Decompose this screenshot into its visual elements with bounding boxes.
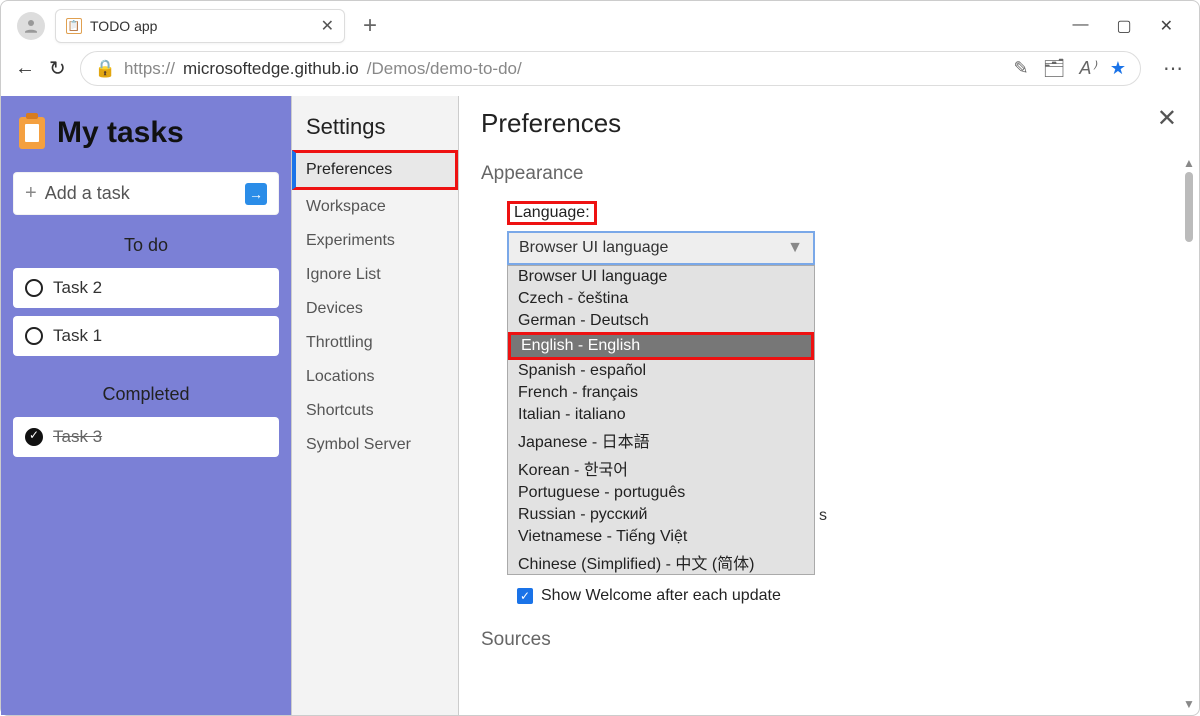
close-icon[interactable]: ✕ [1149, 100, 1185, 137]
language-option[interactable]: Spanish - español [508, 360, 814, 382]
window-controls: — ▢ ✕ [1072, 16, 1189, 36]
language-option[interactable]: Korean - 한국어 [508, 454, 814, 482]
chevron-down-icon: ▼ [787, 239, 803, 257]
address-bar-row: ← ↻ 🔒 https:// microsoftedge.github.io/De… [1, 47, 1199, 96]
tasks-title-text: My tasks [57, 116, 184, 150]
language-option[interactable]: German - Deutsch [508, 310, 814, 332]
language-option[interactable]: Italian - italiano [508, 404, 814, 426]
sources-heading: Sources [481, 629, 1185, 651]
browser-tab[interactable]: 📋 TODO app ✕ [55, 9, 345, 43]
tab-title: TODO app [90, 18, 313, 34]
overflow-menu-button[interactable]: ⋯ [1163, 56, 1185, 81]
vertical-scrollbar[interactable]: ▲ ▼ [1181, 156, 1197, 711]
clipboard-icon: 📋 [66, 18, 82, 34]
settings-nav-item[interactable]: Experiments [292, 224, 458, 258]
scroll-down-arrow-icon[interactable]: ▼ [1183, 697, 1195, 711]
scroll-up-arrow-icon[interactable]: ▲ [1183, 156, 1195, 170]
edit-page-icon[interactable]: ✎ [1013, 58, 1028, 79]
language-option[interactable]: English - English [508, 332, 814, 360]
profile-avatar[interactable] [17, 12, 45, 40]
collections-icon[interactable]: 🗂 [1043, 58, 1066, 79]
task-checkbox[interactable] [25, 279, 43, 297]
settings-nav-item[interactable]: Devices [292, 292, 458, 326]
language-option[interactable]: Portuguese - português [508, 482, 814, 504]
tasks-title: My tasks [13, 112, 279, 160]
minimize-button[interactable]: — [1072, 16, 1088, 36]
browser-tab-strip: 📋 TODO app ✕ + — ▢ ✕ [1, 1, 1199, 47]
settings-nav-item[interactable]: Throttling [292, 326, 458, 360]
refresh-button[interactable]: ↻ [49, 56, 66, 81]
close-icon[interactable]: ✕ [321, 16, 334, 36]
maximize-button[interactable]: ▢ [1116, 16, 1131, 36]
close-window-button[interactable]: ✕ [1160, 16, 1173, 36]
tasks-panel: My tasks + Add a task → To do Task 2 Task… [1, 96, 291, 715]
language-selected-value: Browser UI language [519, 239, 668, 257]
language-option[interactable]: French - français [508, 382, 814, 404]
lock-icon: 🔒 [95, 59, 116, 79]
url-scheme: https:// [124, 59, 175, 79]
language-option[interactable]: Chinese (Simplified) - 中文 (简体) [508, 548, 814, 575]
page-body: My tasks + Add a task → To do Task 2 Task… [1, 96, 1199, 715]
task-item[interactable]: Task 1 [13, 316, 279, 356]
welcome-checkbox-row[interactable]: ✓ Show Welcome after each update [513, 587, 1185, 605]
task-item-done[interactable]: Task 3 [13, 417, 279, 457]
address-bar[interactable]: 🔒 https:// microsoftedge.github.io/Demos/… [80, 51, 1141, 86]
settings-nav-item[interactable]: Shortcuts [292, 394, 458, 428]
task-label: Task 2 [53, 278, 102, 298]
task-label: Task 1 [53, 326, 102, 346]
language-option[interactable]: Japanese - 日本語 [508, 426, 814, 454]
language-option[interactable]: Browser UI language [508, 266, 814, 288]
preferences-title: Preferences [481, 100, 1149, 139]
language-option[interactable]: Russian - русский [508, 504, 814, 526]
task-item[interactable]: Task 2 [13, 268, 279, 308]
text-peek-s: s [819, 507, 827, 525]
settings-title: Settings [292, 108, 458, 150]
read-aloud-icon[interactable]: A⁾ [1079, 58, 1095, 79]
submit-arrow-icon[interactable]: → [245, 183, 267, 205]
language-select[interactable]: Browser UI language ▼ [507, 231, 815, 265]
url-host: microsoftedge.github.io [183, 59, 359, 79]
settings-nav-item[interactable]: Symbol Server [292, 428, 458, 462]
welcome-checkbox-label: Show Welcome after each update [541, 587, 781, 605]
settings-nav-item[interactable]: Ignore List [292, 258, 458, 292]
completed-heading: Completed [13, 384, 279, 405]
task-label: Task 3 [53, 427, 102, 447]
back-button[interactable]: ← [15, 57, 35, 80]
settings-nav-item[interactable]: Locations [292, 360, 458, 394]
todo-heading: To do [13, 235, 279, 256]
add-task-input[interactable]: + Add a task → [13, 172, 279, 215]
clipboard-icon [19, 117, 45, 149]
settings-nav-item[interactable]: Workspace [292, 190, 458, 224]
task-checkbox-checked[interactable] [25, 428, 43, 446]
favorite-star-icon[interactable]: ★ [1110, 58, 1126, 79]
preferences-panel: Preferences ✕ Appearance Language: Brows… [459, 96, 1199, 715]
language-option[interactable]: Czech - čeština [508, 288, 814, 310]
settings-nav-item[interactable]: Preferences [292, 150, 458, 190]
new-tab-button[interactable]: + [355, 12, 385, 40]
settings-nav: Settings PreferencesWorkspaceExperiments… [291, 96, 459, 715]
language-option[interactable]: Vietnamese - Tiếng Việt [508, 526, 814, 548]
language-label: Language: [507, 201, 597, 225]
url-path: /Demos/demo-to-do/ [367, 59, 522, 79]
language-dropdown[interactable]: Browser UI languageCzech - češtinaGerman… [507, 265, 815, 575]
add-task-placeholder: Add a task [45, 183, 130, 204]
appearance-heading: Appearance [481, 163, 1185, 185]
task-checkbox[interactable] [25, 327, 43, 345]
scrollbar-thumb[interactable] [1185, 172, 1193, 242]
plus-icon: + [25, 182, 37, 205]
checkbox-checked-icon: ✓ [517, 588, 533, 604]
